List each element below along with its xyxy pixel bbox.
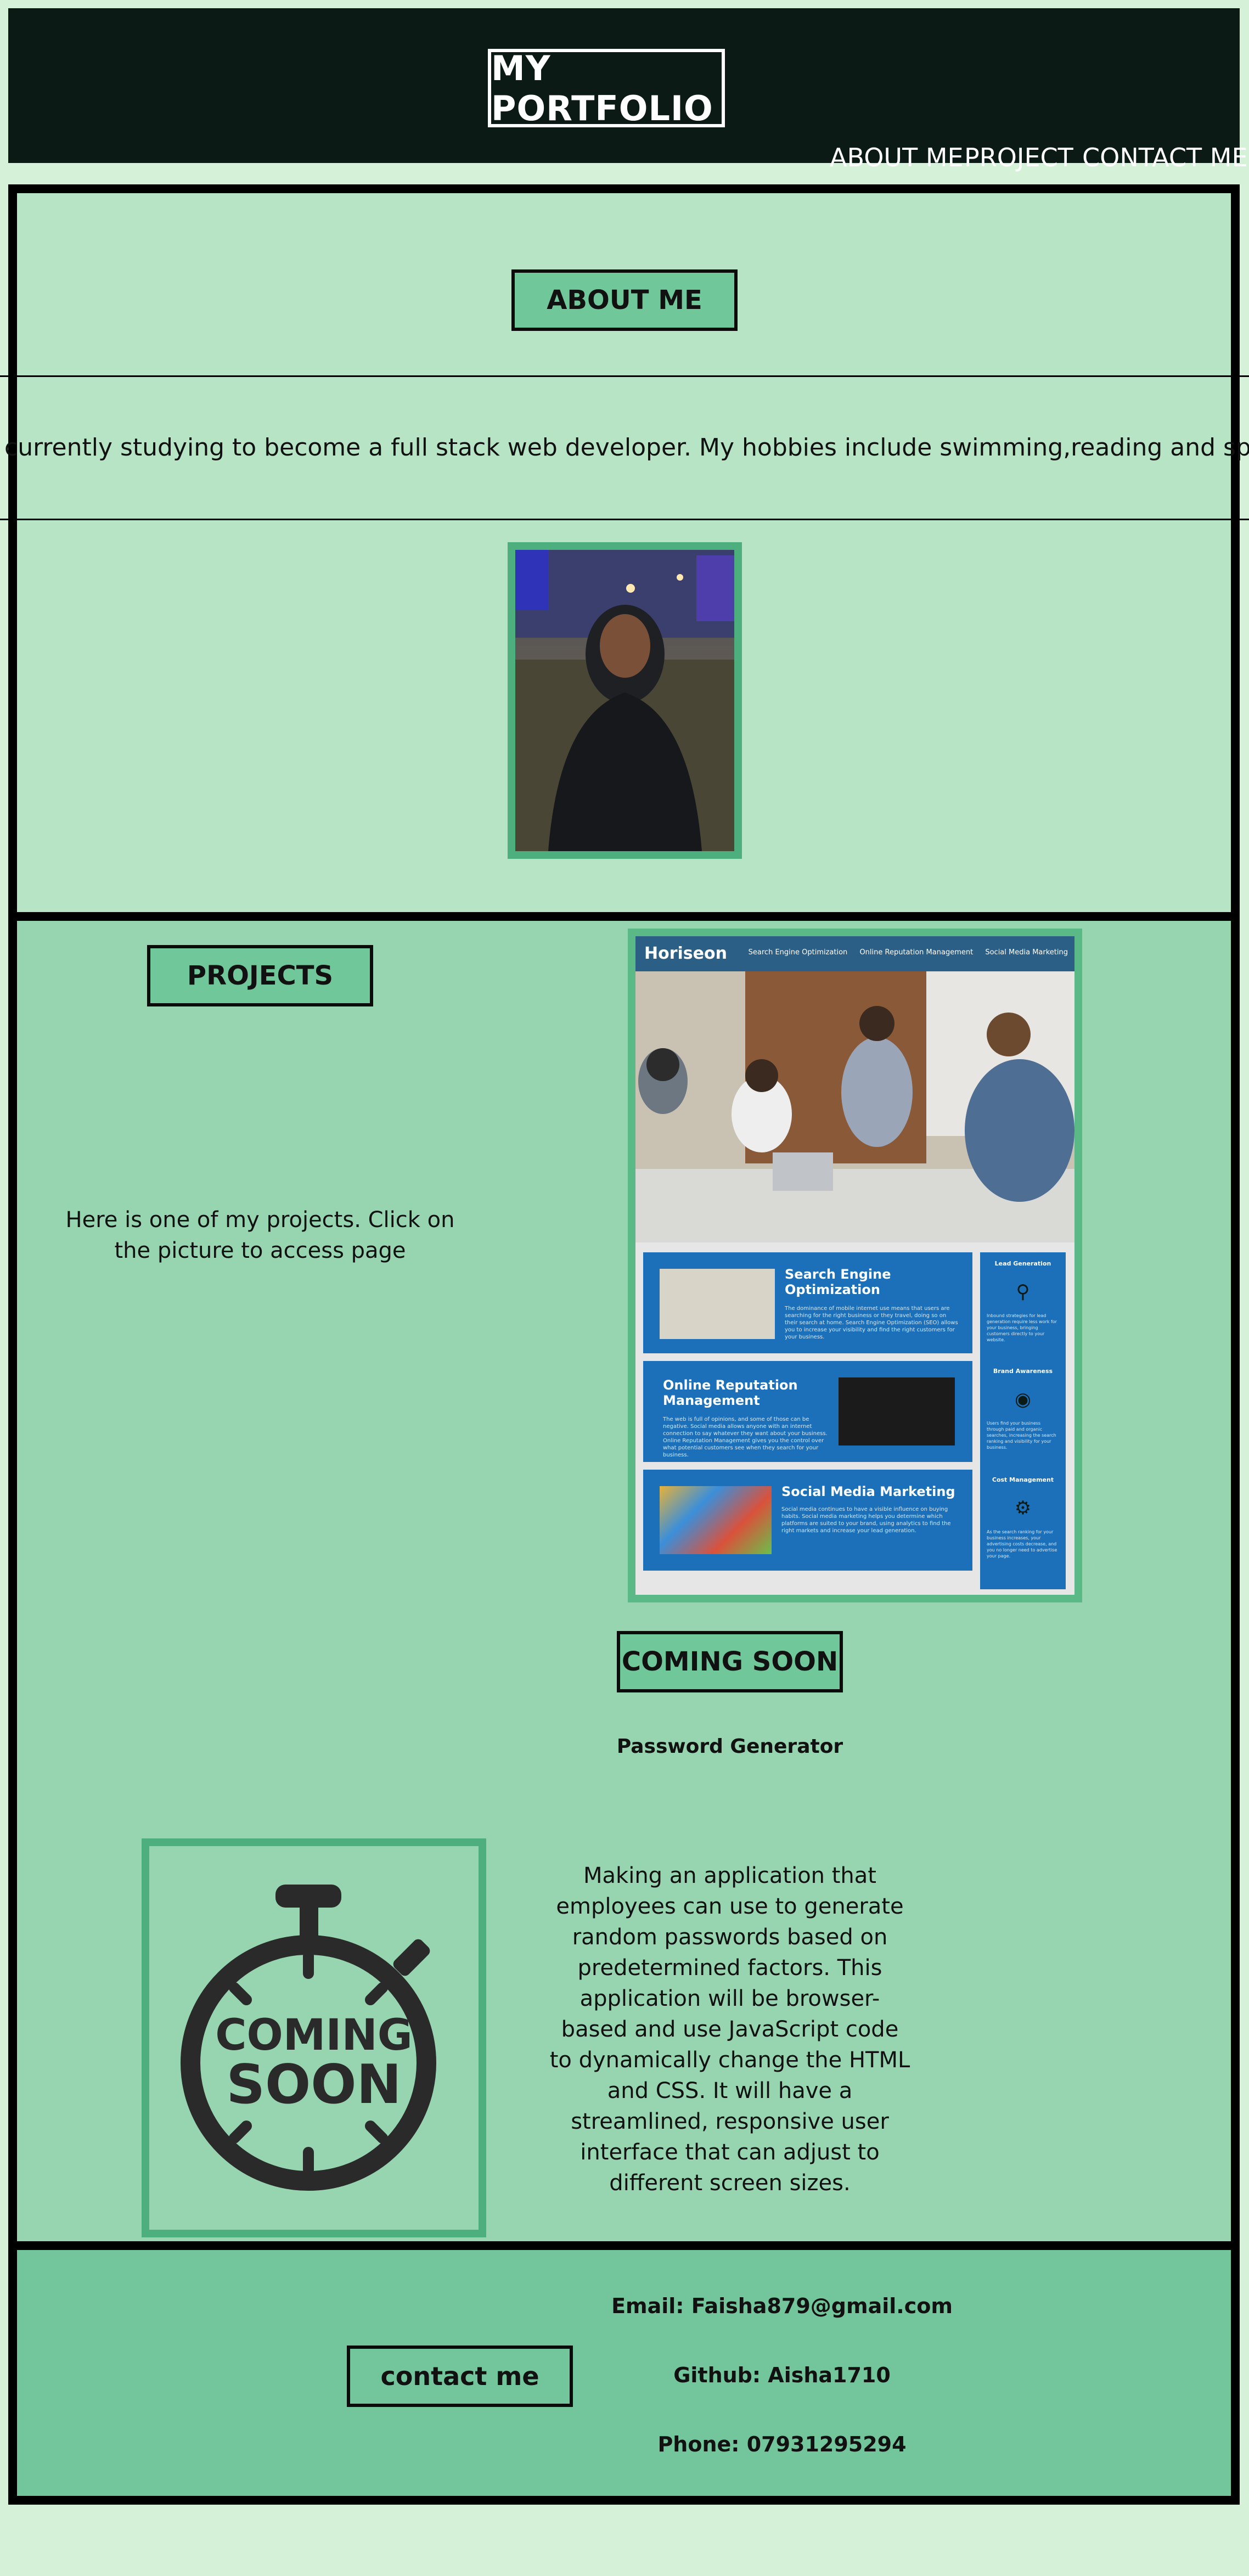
horiseon-nav-item: Search Engine Optimization (748, 948, 848, 957)
brand-awareness-text: Users find your business through paid an… (987, 1421, 1056, 1450)
coins-icon: ⚙ (1014, 1497, 1032, 1519)
nav-link-contact-me[interactable]: CONTACT ME (1082, 143, 1248, 172)
password-generator-title: Password Generator (616, 1735, 843, 1758)
brand-awareness-title: Brand Awareness (993, 1368, 1053, 1375)
site-header: MY PORTFOLIO ABOUT ME PROJECT CONTACT ME (8, 8, 1248, 172)
section-divider (17, 912, 1231, 921)
coming-soon-image-frame: COMING SOON (142, 1838, 486, 2237)
smm-card-text: Social media continues to have a visible… (781, 1506, 951, 1534)
cost-management-title: Cost Management (992, 1476, 1054, 1483)
orm-card-text: The web is full of opinions, and some of… (663, 1416, 828, 1458)
orm-card: Online Reputation Management The web is … (643, 1361, 972, 1462)
broadcast-icon: ◉ (1015, 1388, 1031, 1410)
contact-github[interactable]: Github: Aisha1710 (593, 2363, 971, 2387)
smm-card: Social Media Marketing Social media cont… (643, 1470, 972, 1571)
profile-photo (515, 550, 734, 851)
horiseon-header: Horiseon Search Engine Optimization Onli… (635, 936, 1074, 971)
horiseon-nav-item: Social Media Marketing (985, 948, 1068, 957)
about-heading: ABOUT ME (511, 269, 738, 331)
password-generator-description: Making an application that employees can… (549, 1863, 910, 2196)
projects-heading: PROJECTS (147, 945, 373, 1006)
nav-link-project[interactable]: PROJECT (964, 143, 1073, 172)
bio-text: currently studying to become a full stac… (4, 434, 1249, 462)
orm-card-title: Online Reputation Management (663, 1377, 798, 1408)
horiseon-sidebar: Lead Generation ⚲ Inbound strategies for… (980, 1252, 1066, 1589)
bio-top-rule (0, 375, 1249, 377)
lightbulb-icon: ⚲ (1016, 1281, 1030, 1303)
horiseon-nav-item: Online Reputation Management (859, 948, 974, 957)
contact-email[interactable]: Email: Faisha879@gmail.com (593, 2294, 971, 2318)
orm-card-image (839, 1377, 955, 1446)
seo-card: Search Engine Optimization The dominance… (643, 1252, 972, 1353)
coming-soon-badge-text: COMING SOON (149, 2011, 479, 2116)
horiseon-nav: Search Engine Optimization Online Reputa… (739, 948, 1068, 957)
seo-card-text: The dominance of mobile internet use mea… (785, 1306, 958, 1340)
profile-photo-frame (508, 542, 742, 859)
bio-marquee: currently studying to become a full stac… (0, 434, 1249, 466)
section-divider (17, 2241, 1231, 2250)
coming-soon-heading: COMING SOON (617, 1631, 843, 1692)
cost-management-text: As the search ranking for your business … (987, 1529, 1057, 1559)
horiseon-logo: Horiseon (644, 944, 727, 963)
coming-soon-badge-line2: SOON (226, 2054, 402, 2116)
contact-me-button[interactable]: contact me (347, 2346, 573, 2407)
project-screenshot: Horiseon Search Engine Optimization Onli… (635, 936, 1074, 1595)
smm-card-title: Social Media Marketing (781, 1484, 955, 1499)
seo-card-title: Search Engine Optimization (785, 1267, 891, 1297)
seo-card-image (660, 1269, 775, 1339)
project-screenshot-link[interactable]: Horiseon Search Engine Optimization Onli… (628, 929, 1082, 1602)
horiseon-hero-image (635, 971, 1074, 1242)
bio-bottom-rule (0, 519, 1249, 520)
project-description: Here is one of my projects. Click on the… (65, 1207, 455, 1263)
smm-card-image (660, 1486, 772, 1554)
coming-soon-badge-line1: COMING (215, 2011, 413, 2060)
nav-link-about-me[interactable]: ABOUT ME (830, 143, 964, 172)
contact-phone[interactable]: Phone: 07931295294 (593, 2432, 971, 2456)
lead-generation-title: Lead Generation (994, 1260, 1051, 1267)
site-logo[interactable]: MY PORTFOLIO (488, 48, 725, 128)
lead-generation-text: Inbound strategies for lead generation r… (987, 1313, 1057, 1342)
